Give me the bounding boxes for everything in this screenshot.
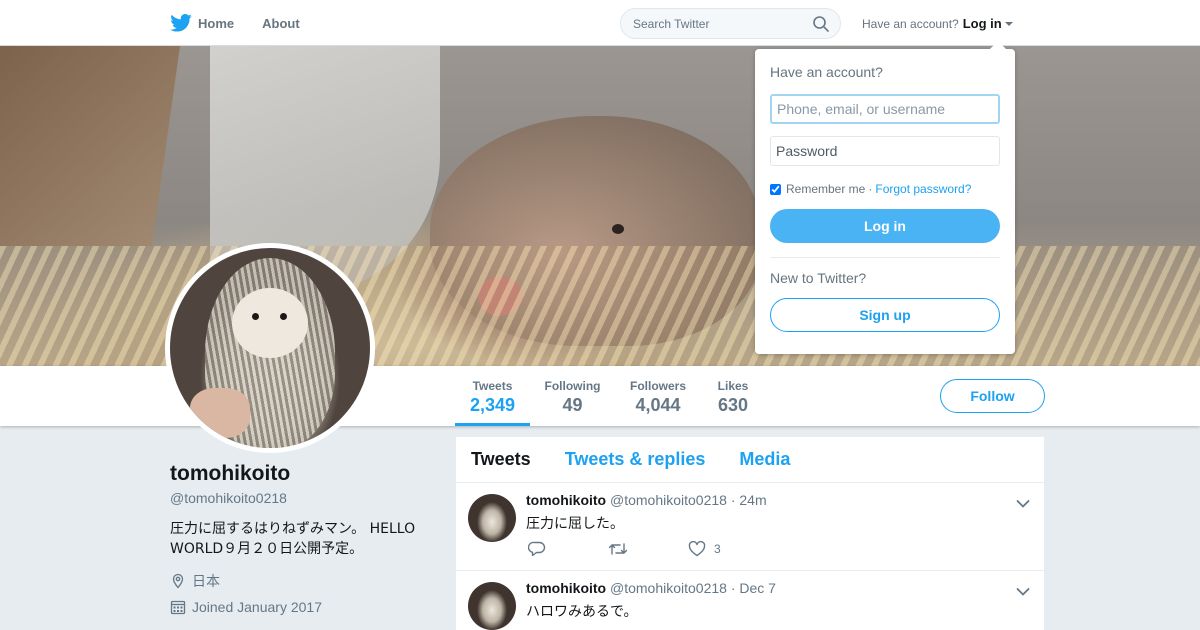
profile-info-card: tomohikoito @tomohikoito0218 圧力に屈するはりねずみ… bbox=[170, 462, 440, 615]
profile-location-text: 日本 bbox=[192, 573, 220, 589]
profile-avatar[interactable] bbox=[165, 243, 375, 453]
login-dropdown-title: Have an account? bbox=[770, 64, 883, 80]
new-to-twitter-text: New to Twitter? bbox=[770, 270, 867, 286]
remember-me-label[interactable]: Remember me bbox=[786, 182, 865, 196]
tweet-avatar[interactable] bbox=[468, 494, 516, 542]
stat-following-value: 49 bbox=[562, 395, 583, 415]
home-link[interactable]: Home bbox=[198, 16, 234, 31]
remember-me-checkbox[interactable] bbox=[770, 183, 781, 195]
location-pin-icon bbox=[172, 573, 184, 589]
profile-handle[interactable]: @tomohikoito0218 bbox=[170, 490, 440, 506]
signup-button[interactable]: Sign up bbox=[770, 298, 1000, 332]
tweet-timestamp[interactable]: · Dec 7 bbox=[731, 580, 776, 596]
top-navigation-bar: Home About Have an account? Log in bbox=[0, 0, 1200, 46]
login-dropdown-toggle[interactable]: Log in bbox=[963, 16, 1013, 31]
tweet-header: tomohikoito @tomohikoito0218 · Dec 7 bbox=[526, 580, 776, 596]
banner-wall bbox=[0, 46, 181, 246]
tweet-item[interactable]: tomohikoito @tomohikoito0218 · 24m 圧力に屈し… bbox=[456, 483, 1044, 571]
search-input[interactable] bbox=[633, 16, 803, 31]
stat-likes-value: 630 bbox=[717, 395, 749, 415]
password-field[interactable] bbox=[770, 136, 1000, 166]
tweet-text: ハロワみあるで。 bbox=[526, 604, 638, 620]
retweet-button[interactable] bbox=[608, 541, 688, 557]
search-icon[interactable] bbox=[812, 15, 830, 33]
tweet-author-handle[interactable]: @tomohikoito0218 bbox=[610, 492, 727, 508]
timeline-tabs: Tweets Tweets & replies Media bbox=[456, 437, 1044, 483]
reply-icon bbox=[528, 541, 546, 557]
tweet-header: tomohikoito @tomohikoito0218 · 24m bbox=[526, 492, 767, 508]
reply-button[interactable] bbox=[528, 541, 608, 557]
dropdown-divider bbox=[770, 257, 1000, 258]
tab-media[interactable]: Media bbox=[739, 449, 790, 470]
stat-likes-label: Likes bbox=[717, 379, 749, 393]
username-field[interactable] bbox=[770, 94, 1000, 124]
forgot-password-link[interactable]: Forgot password? bbox=[875, 182, 971, 196]
stat-tweets[interactable]: Tweets 2,349 bbox=[455, 366, 530, 426]
tab-tweets[interactable]: Tweets bbox=[471, 449, 531, 470]
search-box[interactable] bbox=[620, 8, 841, 39]
calendar-icon bbox=[170, 600, 186, 615]
follow-button[interactable]: Follow bbox=[940, 379, 1045, 413]
tweet-text: 圧力に屈した。 bbox=[526, 516, 624, 532]
remember-separator: · bbox=[868, 182, 873, 196]
tweet-item[interactable]: tomohikoito @tomohikoito0218 · Dec 7 ハロワ… bbox=[456, 571, 1044, 630]
profile-name[interactable]: tomohikoito bbox=[170, 462, 440, 486]
stat-followers-label: Followers bbox=[629, 379, 686, 393]
tab-tweets-and-replies[interactable]: Tweets & replies bbox=[565, 449, 706, 470]
profile-bio: 圧力に屈するはりねずみマン。 HELLO WORLD９月２０日公開予定。 bbox=[170, 521, 416, 557]
tweet-timestamp[interactable]: · 24m bbox=[731, 492, 767, 508]
like-button[interactable]: 3 bbox=[688, 541, 768, 557]
stat-following-label: Following bbox=[544, 379, 601, 393]
avatar-face bbox=[232, 288, 308, 358]
avatar-eye-left bbox=[252, 313, 259, 320]
caret-down-icon bbox=[1004, 21, 1013, 26]
stat-likes[interactable]: Likes 630 bbox=[710, 366, 756, 426]
avatar-image bbox=[170, 248, 370, 448]
stat-following[interactable]: Following 49 bbox=[540, 366, 605, 426]
tweet-avatar[interactable] bbox=[468, 582, 516, 630]
profile-joined-text: Joined January 2017 bbox=[192, 599, 322, 615]
tweet-author-name[interactable]: tomohikoito bbox=[526, 492, 606, 508]
banner-hedgehog-eye bbox=[612, 224, 624, 234]
tweet-author-name[interactable]: tomohikoito bbox=[526, 580, 606, 596]
have-account-area: Have an account? Log in bbox=[862, 16, 1013, 31]
remember-row: Remember me · Forgot password? bbox=[770, 182, 1000, 196]
login-dropdown: Have an account? Remember me · Forgot pa… bbox=[755, 41, 1015, 354]
tweet-author-handle[interactable]: @tomohikoito0218 bbox=[610, 580, 727, 596]
tweet-menu-chevron-icon[interactable] bbox=[1016, 584, 1030, 602]
stat-followers[interactable]: Followers 4,044 bbox=[625, 366, 691, 426]
profile-location: 日本 bbox=[170, 571, 440, 591]
retweet-icon bbox=[608, 543, 628, 555]
heart-icon bbox=[688, 541, 706, 557]
nav-left: Home About bbox=[170, 0, 328, 46]
tweet-timeline: Tweets Tweets & replies Media tomohikoit… bbox=[456, 437, 1044, 630]
twitter-bird-icon[interactable] bbox=[170, 13, 192, 33]
profile-joined: Joined January 2017 bbox=[170, 599, 440, 615]
tweet-menu-chevron-icon[interactable] bbox=[1016, 496, 1030, 514]
login-button[interactable]: Log in bbox=[770, 209, 1000, 243]
have-account-text: Have an account? bbox=[862, 16, 959, 31]
stat-tweets-value: 2,349 bbox=[469, 395, 516, 415]
home-link-label: Home bbox=[198, 15, 235, 31]
stat-tweets-label: Tweets bbox=[472, 379, 513, 393]
about-link-label: About bbox=[262, 15, 300, 31]
login-link-label: Log in bbox=[962, 16, 1002, 31]
avatar-eye-right bbox=[280, 313, 287, 320]
stat-followers-value: 4,044 bbox=[635, 395, 681, 415]
avatar-hand bbox=[190, 388, 250, 438]
about-link[interactable]: About bbox=[262, 16, 300, 31]
tweet-actions: 3 bbox=[528, 541, 768, 557]
like-count: 3 bbox=[714, 542, 721, 556]
